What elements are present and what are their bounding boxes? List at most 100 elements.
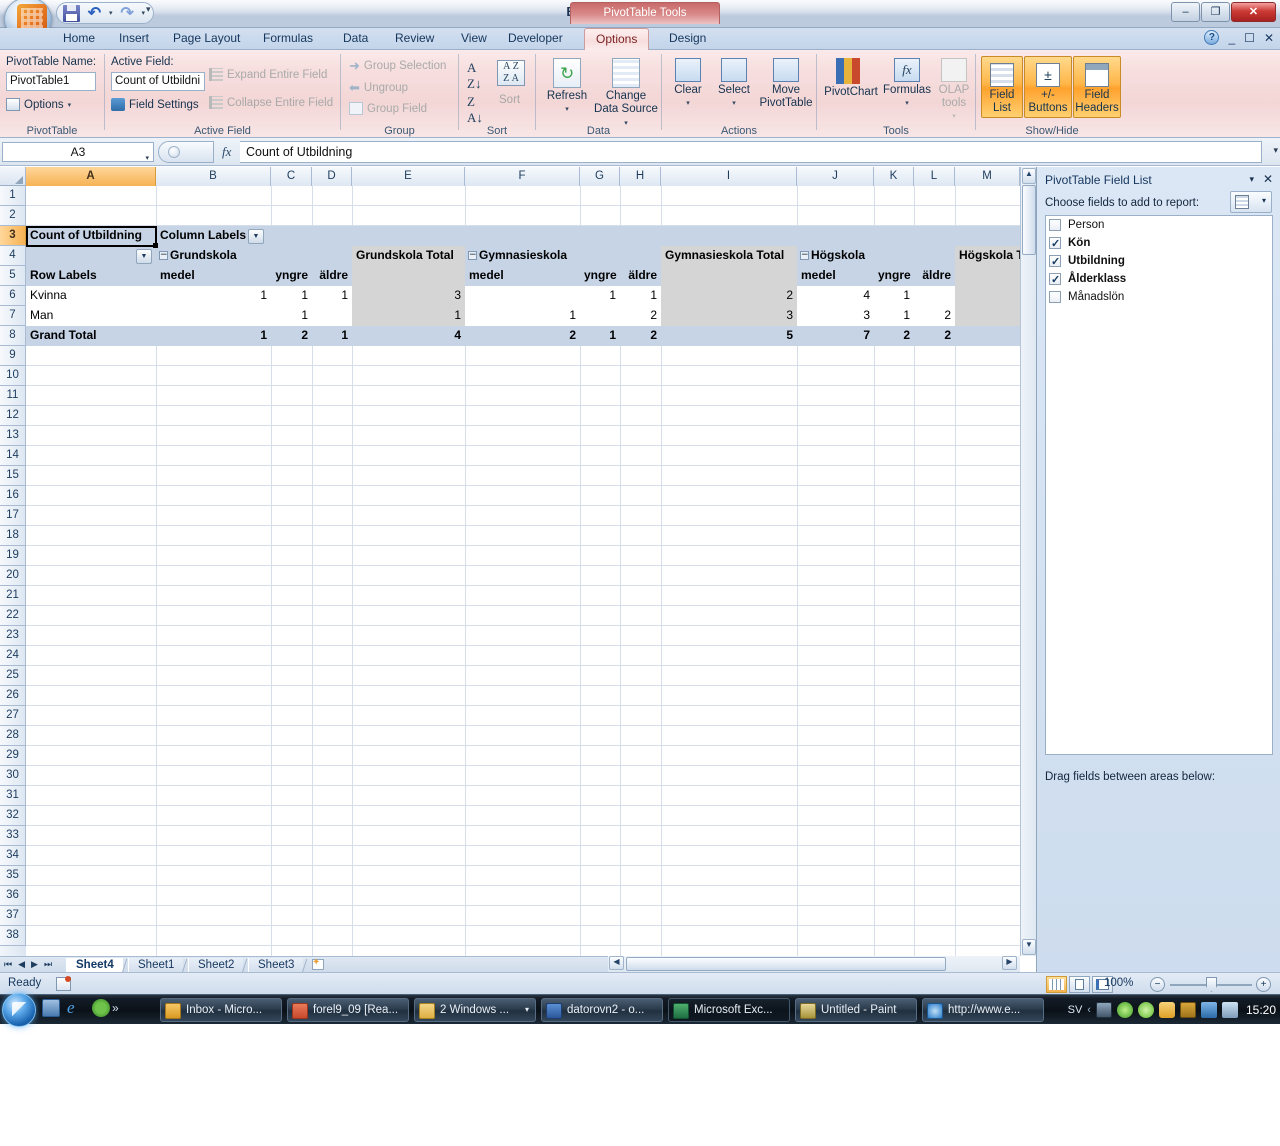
column-header-l[interactable]: L: [914, 167, 955, 186]
formulas-dropdown-icon[interactable]: ▾: [881, 97, 933, 110]
field-list-item-månadslön[interactable]: Månadslön: [1046, 288, 1272, 306]
row-header-32[interactable]: 32: [0, 806, 26, 826]
field-list-item-utbildning[interactable]: Utbildning: [1046, 252, 1272, 271]
page-layout-view-button[interactable]: [1069, 976, 1090, 993]
pivot-value-cell[interactable]: 1: [312, 326, 352, 346]
row-header-6[interactable]: 6: [0, 286, 26, 306]
select-dropdown-icon[interactable]: ▾: [710, 97, 758, 110]
row-header-28[interactable]: 28: [0, 726, 26, 746]
pivot-value-cell[interactable]: [580, 306, 620, 326]
pivot-cell[interactable]: yngre: [874, 266, 914, 286]
horizontal-scroll-thumb[interactable]: [626, 957, 946, 971]
pivot-cell[interactable]: äldre: [620, 266, 661, 286]
group-selection-button[interactable]: ➜ Group Selection: [349, 58, 446, 74]
pivot-value-cell[interactable]: 2: [874, 326, 914, 346]
row-header-2[interactable]: 2: [0, 206, 26, 226]
prev-sheet-icon[interactable]: ◀: [18, 959, 25, 970]
pivot-value-cell[interactable]: 2: [661, 286, 797, 306]
column-header-g[interactable]: G: [580, 167, 620, 186]
tab-view[interactable]: View: [450, 28, 498, 50]
row-header-38[interactable]: 38: [0, 926, 26, 946]
pivot-cell[interactable]: [661, 266, 797, 286]
row-header-24[interactable]: 24: [0, 646, 26, 666]
pivot-value-cell[interactable]: 1: [580, 326, 620, 346]
taskbar-button-windows-group[interactable]: 2 Windows ... ▾: [414, 998, 536, 1022]
zoom-out-button[interactable]: −: [1150, 977, 1165, 992]
column-header-m[interactable]: M: [955, 167, 1020, 186]
pivot-value-cell[interactable]: 4: [352, 326, 465, 346]
row-header-11[interactable]: 11: [0, 386, 26, 406]
pivot-value-cell[interactable]: 3: [661, 306, 797, 326]
pivot-cell[interactable]: Grundskola Total: [352, 246, 465, 266]
row-header-18[interactable]: 18: [0, 526, 26, 546]
ribbon-minimize-icon[interactable]: _: [1228, 31, 1235, 45]
select-all-corner[interactable]: [0, 167, 26, 186]
pivot-value-cell[interactable]: 1: [580, 286, 620, 306]
pivot-value-cell[interactable]: 5: [661, 326, 797, 346]
pivot-cell[interactable]: [352, 266, 465, 286]
tab-insert[interactable]: Insert: [108, 28, 160, 50]
field-list-toggle[interactable]: Field List: [981, 56, 1023, 118]
collapse-group-icon[interactable]: −: [159, 251, 168, 260]
pivot-value-cell[interactable]: 1: [874, 286, 914, 306]
ribbon-restore-icon[interactable]: ☐: [1244, 31, 1255, 45]
close-button[interactable]: ✕: [1231, 2, 1276, 22]
column-header-h[interactable]: H: [620, 167, 661, 186]
insert-worksheet-icon[interactable]: ✦: [312, 957, 328, 972]
tray-expand-icon[interactable]: ‹: [1087, 1004, 1091, 1016]
pivot-value-cell[interactable]: 4: [797, 286, 874, 306]
row-header-34[interactable]: 34: [0, 846, 26, 866]
taskbar-group-dropdown-icon[interactable]: ▾: [525, 999, 529, 1021]
pivot-value-cell[interactable]: 3: [352, 286, 465, 306]
name-box-dropdown-icon[interactable]: ▾: [145, 150, 149, 168]
pivottable-name-input[interactable]: PivotTable1: [6, 72, 96, 91]
taskbar-button-browser[interactable]: http://www.e...: [922, 998, 1044, 1022]
pivot-value-cell[interactable]: [156, 306, 271, 326]
scroll-left-icon[interactable]: ◀: [609, 956, 624, 970]
row-header-36[interactable]: 36: [0, 886, 26, 906]
row-header-10[interactable]: 10: [0, 366, 26, 386]
pivot-group-header-grundskola[interactable]: Grundskola: [156, 246, 352, 266]
last-sheet-icon[interactable]: ⏭: [44, 959, 52, 970]
minimize-button[interactable]: –: [1171, 2, 1200, 22]
row-header-19[interactable]: 19: [0, 546, 26, 566]
expand-entire-field-button[interactable]: Expand Entire Field: [209, 68, 327, 81]
taskbar-button-powerpoint[interactable]: forel9_09 [Rea...: [287, 998, 409, 1022]
pivot-cell[interactable]: yngre: [271, 266, 312, 286]
pivot-value-cell[interactable]: 1: [271, 306, 312, 326]
column-header-k[interactable]: K: [874, 167, 914, 186]
clock[interactable]: 15:20: [1246, 1003, 1276, 1017]
tab-review[interactable]: Review: [384, 28, 445, 50]
normal-view-button[interactable]: [1046, 976, 1067, 993]
battery-icon[interactable]: [1179, 1002, 1196, 1018]
pivot-row-header[interactable]: Kvinna: [26, 286, 156, 306]
vertical-scroll-thumb[interactable]: [1022, 185, 1036, 255]
row-headers[interactable]: 1 2 3 4 5 6 7 8 9 10 11 12 13 14 15 16 17 18 19 20 21 22 23 24 2…: [0, 186, 26, 956]
macro-record-icon[interactable]: [56, 976, 71, 991]
options-dropdown-icon[interactable]: ▾: [68, 101, 72, 109]
row-header-29[interactable]: 29: [0, 746, 26, 766]
column-header-i[interactable]: I: [661, 167, 797, 186]
pivot-value-cell[interactable]: [955, 326, 1020, 346]
language-indicator[interactable]: SV: [1068, 1004, 1083, 1016]
field-checkbox[interactable]: [1049, 253, 1061, 271]
column-headers[interactable]: ABCDEFGHIJKLM: [0, 167, 1036, 186]
pivot-value-cell[interactable]: 1: [156, 326, 271, 346]
sheet-navigation-buttons[interactable]: ⏮ ◀ ▶ ⏭: [4, 959, 52, 970]
row-header-22[interactable]: 22: [0, 606, 26, 626]
column-header-e[interactable]: E: [352, 167, 465, 186]
pivot-value-cell[interactable]: 1: [312, 286, 352, 306]
pivot-cell[interactable]: yngre: [580, 266, 620, 286]
ribbon-tab-strip[interactable]: Home Insert Page Layout Formulas Data Re…: [0, 28, 1280, 50]
pivot-value-cell[interactable]: [955, 286, 1020, 306]
field-checkbox[interactable]: [1049, 291, 1061, 303]
zoom-in-button[interactable]: +: [1256, 977, 1271, 992]
tab-formulas[interactable]: Formulas: [252, 28, 324, 50]
collapse-group-icon[interactable]: −: [800, 251, 809, 260]
grid-cells[interactable]: Count of Utbildning Column Labels ▼ Grundsk…: [26, 186, 1036, 956]
scroll-up-icon[interactable]: ▲: [1022, 168, 1036, 184]
network-icon[interactable]: [1200, 1002, 1217, 1018]
sort-descending-icon[interactable]: Z A↓: [467, 94, 483, 126]
insert-function-icon[interactable]: fx: [222, 144, 231, 160]
field-list-menu-icon[interactable]: ▾: [1249, 174, 1254, 185]
